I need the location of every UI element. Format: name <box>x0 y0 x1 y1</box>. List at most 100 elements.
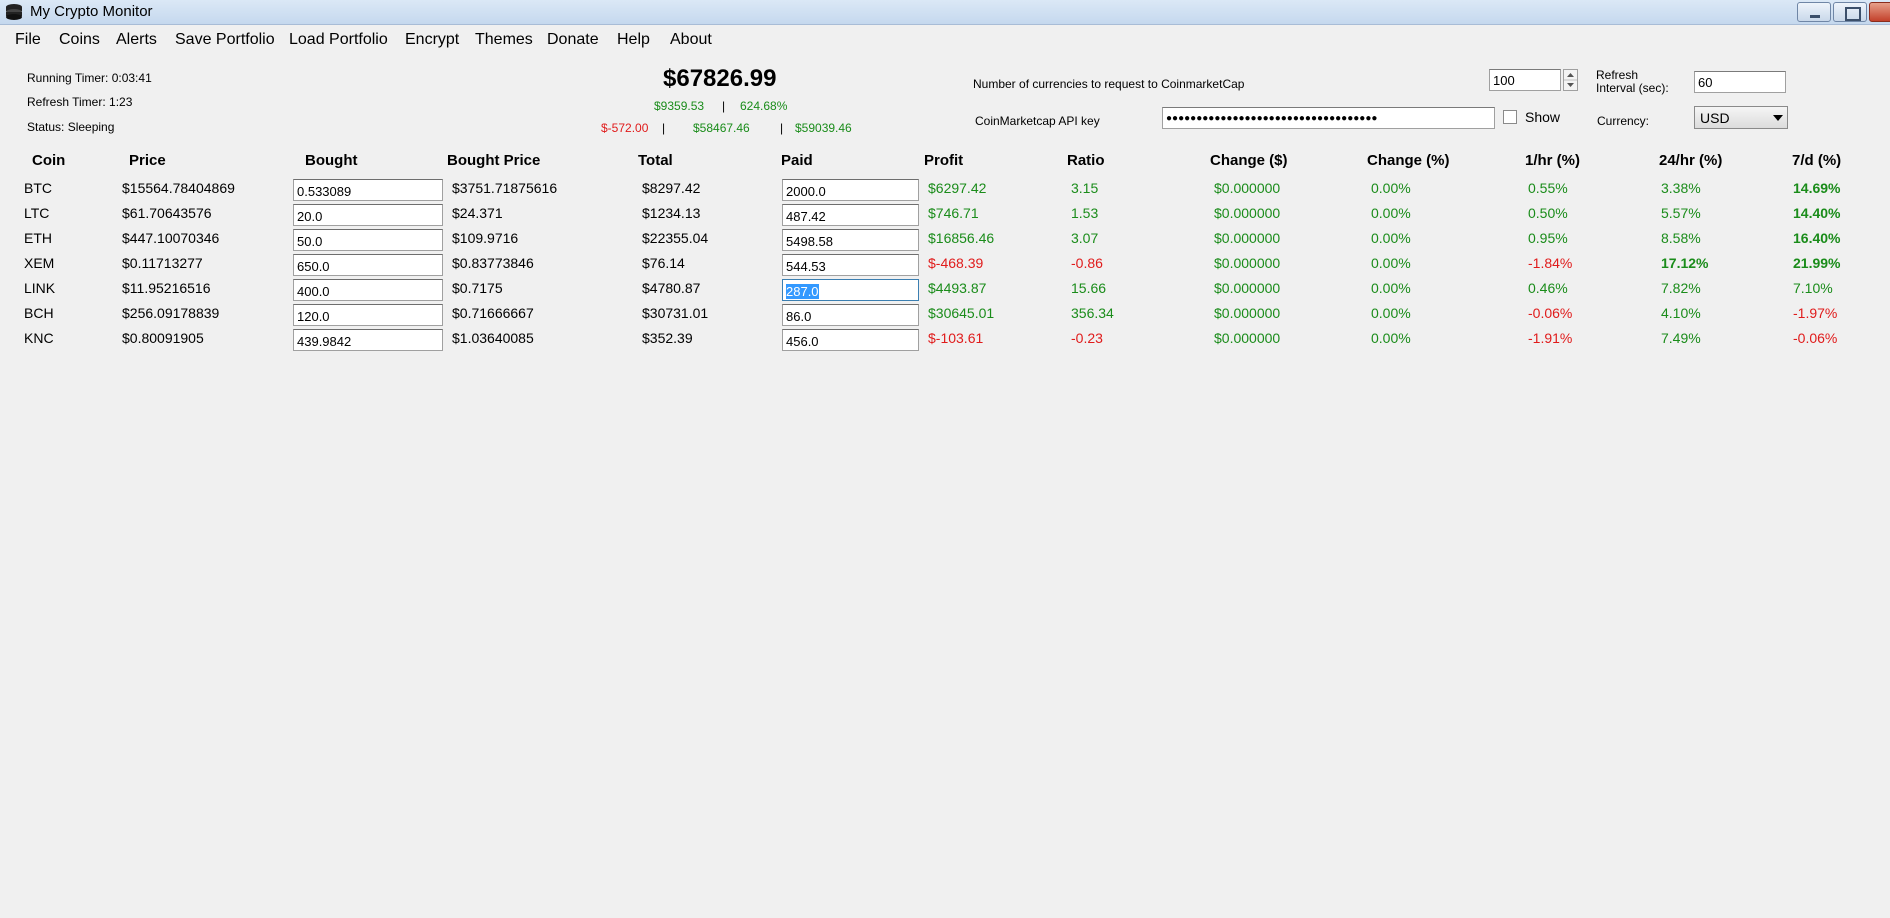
cell-profit: $6297.42 <box>928 180 987 196</box>
cell-price: $61.70643576 <box>122 205 212 221</box>
cell-1hr: 0.50% <box>1528 205 1568 221</box>
cell-coin: LTC <box>24 205 50 221</box>
cell-ratio: 15.66 <box>1071 280 1107 296</box>
cell-1hr: 0.95% <box>1528 230 1568 246</box>
menu-encrypt[interactable]: Encrypt <box>405 31 459 49</box>
cell-7d: 21.99% <box>1793 255 1841 271</box>
cell-price: $0.11713277 <box>122 255 203 271</box>
close-button[interactable] <box>1869 2 1890 22</box>
coin-stack-icon <box>6 4 22 20</box>
col-header-ratio: Ratio <box>1067 152 1105 169</box>
cell-7d: 14.69% <box>1793 180 1841 196</box>
chevron-down-icon <box>1773 115 1783 121</box>
cell-1hr: -0.06% <box>1528 305 1573 321</box>
cell-profit: $746.71 <box>928 205 979 221</box>
cell-24hr: 7.49% <box>1661 330 1701 346</box>
portfolio-change-negative: $-572.00 <box>601 121 649 135</box>
minimize-button[interactable] <box>1797 2 1831 22</box>
paid-input[interactable]: 287.0 <box>782 279 919 301</box>
separator: | <box>722 99 726 113</box>
paid-input[interactable]: 5498.58 <box>782 229 919 251</box>
cell-1hr: -1.84% <box>1528 255 1573 271</box>
bought-input[interactable]: 400.0 <box>293 279 443 301</box>
bought-input[interactable]: 50.0 <box>293 229 443 251</box>
show-key-checkbox[interactable] <box>1503 110 1517 124</box>
running-timer: Running Timer: 0:03:41 <box>27 71 152 85</box>
cell-coin: BCH <box>24 305 54 321</box>
cell-bought-price: $3751.71875616 <box>452 180 558 196</box>
cell-24hr: 8.58% <box>1661 230 1701 246</box>
cell-change-pct: 0.00% <box>1371 180 1411 196</box>
num-currencies-spinner[interactable] <box>1563 69 1578 91</box>
cell-1hr: 0.55% <box>1528 180 1568 196</box>
bought-input[interactable]: 0.533089 <box>293 179 443 201</box>
cell-24hr: 4.10% <box>1661 305 1701 321</box>
cell-ratio: 1.53 <box>1071 205 1099 221</box>
refresh-interval-input[interactable]: 60 <box>1694 71 1786 93</box>
col-header-profit: Profit <box>924 152 964 169</box>
num-currencies-input[interactable]: 100 <box>1489 69 1561 91</box>
cell-bought-price: $1.03640085 <box>452 330 534 346</box>
menu-alerts[interactable]: Alerts <box>116 31 157 49</box>
menu-about[interactable]: About <box>670 31 712 49</box>
cell-1hr: -1.91% <box>1528 330 1573 346</box>
bought-input[interactable]: 439.9842 <box>293 329 443 351</box>
menu-file[interactable]: File <box>15 31 41 49</box>
paid-input[interactable]: 456.0 <box>782 329 919 351</box>
portfolio-gain-percent: 624.68% <box>740 99 788 113</box>
menu-load-portfolio[interactable]: Load Portfolio <box>289 31 388 49</box>
col-header-24hr: 24/hr (%) <box>1659 152 1723 169</box>
api-key-label: CoinMarketcap API key <box>975 114 1100 128</box>
cell-profit: $-468.39 <box>928 255 984 271</box>
paid-input[interactable]: 86.0 <box>782 304 919 326</box>
cell-change-pct: 0.00% <box>1371 205 1411 221</box>
portfolio-value-a: $58467.46 <box>693 121 750 135</box>
cell-bought-price: $0.7175 <box>452 280 503 296</box>
col-header-1hr: 1/hr (%) <box>1525 152 1581 169</box>
col-header-change-usd: Change ($) <box>1210 152 1288 169</box>
paid-input[interactable]: 487.42 <box>782 204 919 226</box>
bought-input[interactable]: 120.0 <box>293 304 443 326</box>
restore-button[interactable] <box>1833 2 1867 22</box>
cell-total: $22355.04 <box>642 230 709 246</box>
cell-ratio: -0.23 <box>1071 330 1103 346</box>
cell-change-usd: $0.000000 <box>1214 205 1281 221</box>
cell-7d: 7.10% <box>1793 280 1833 296</box>
cell-price: $0.80091905 <box>122 330 204 346</box>
currency-label: Currency: <box>1597 114 1650 128</box>
cell-total: $352.39 <box>642 330 693 346</box>
menu-donate[interactable]: Donate <box>547 31 599 49</box>
cell-coin: XEM <box>24 255 55 271</box>
menu-save-portfolio[interactable]: Save Portfolio <box>175 31 275 49</box>
cell-profit: $30645.01 <box>928 305 995 321</box>
col-header-coin: Coin <box>32 152 66 169</box>
separator: | <box>662 121 666 135</box>
separator: | <box>780 121 784 135</box>
cell-change-pct: 0.00% <box>1371 330 1411 346</box>
api-key-input[interactable]: ●●●●●●●●●●●●●●●●●●●●●●●●●●●●●●●●●●● <box>1162 107 1495 129</box>
col-header-bought: Bought <box>305 152 358 169</box>
cell-total: $8297.42 <box>642 180 701 196</box>
window-title: My Crypto Monitor <box>30 3 153 20</box>
paid-input[interactable]: 544.53 <box>782 254 919 276</box>
selected-text: 287.0 <box>786 284 819 299</box>
portfolio-value-b: $59039.46 <box>795 121 852 135</box>
status-text: Status: Sleeping <box>27 120 115 134</box>
cell-bought-price: $109.9716 <box>452 230 519 246</box>
paid-input[interactable]: 2000.0 <box>782 179 919 201</box>
portfolio-total: $67826.99 <box>663 65 777 92</box>
cell-total: $4780.87 <box>642 280 701 296</box>
menu-help[interactable]: Help <box>617 31 650 49</box>
bought-input[interactable]: 20.0 <box>293 204 443 226</box>
cell-change-usd: $0.000000 <box>1214 255 1281 271</box>
cell-price: $15564.78404869 <box>122 180 235 196</box>
menu-coins[interactable]: Coins <box>59 31 100 49</box>
cell-ratio: -0.86 <box>1071 255 1103 271</box>
num-currencies-label: Number of currencies to request to Coinm… <box>973 77 1245 91</box>
cell-24hr: 3.38% <box>1661 180 1701 196</box>
currency-select[interactable]: USD <box>1694 106 1788 129</box>
bought-input[interactable]: 650.0 <box>293 254 443 276</box>
col-header-total: Total <box>638 152 673 169</box>
menu-bar: File Coins Alerts Save Portfolio Load Po… <box>0 26 1890 54</box>
menu-themes[interactable]: Themes <box>475 31 533 49</box>
